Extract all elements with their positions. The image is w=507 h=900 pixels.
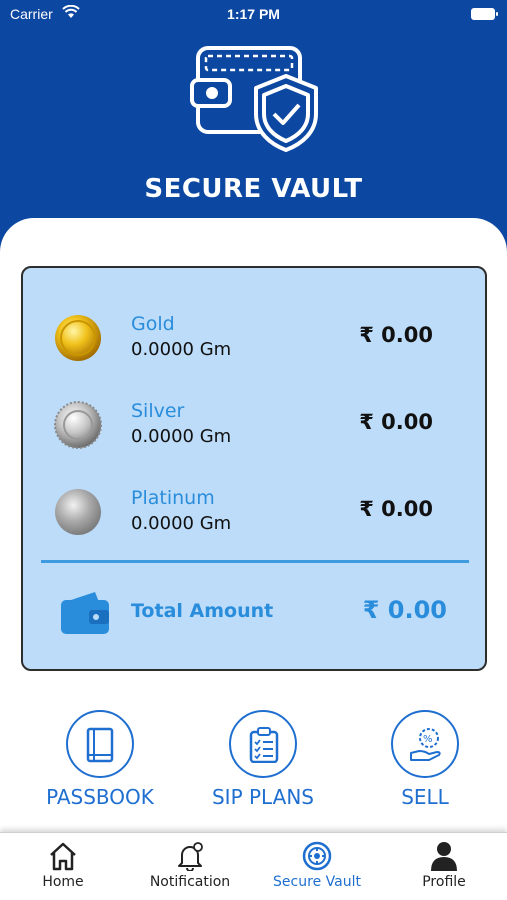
metal-name: Gold (131, 313, 175, 335)
metal-value: ₹ 0.00 (359, 323, 433, 347)
card-divider (41, 560, 469, 563)
tab-secure-vault[interactable]: Secure Vault (254, 833, 380, 900)
metal-value: ₹ 0.00 (359, 497, 433, 521)
battery-icon (471, 8, 498, 20)
sell-button[interactable]: % SELL (350, 708, 500, 818)
vault-wallet-shield-icon (190, 46, 318, 152)
total-value: ₹ 0.00 (362, 596, 447, 624)
passbook-circle (66, 710, 134, 778)
sell-circle: % (391, 710, 459, 778)
metal-name: Silver (131, 400, 185, 422)
bell-icon (178, 842, 203, 871)
metal-name: Platinum (131, 487, 215, 509)
platinum-row[interactable]: Platinum 0.0000 Gm ₹ 0.00 (23, 477, 485, 547)
tab-profile[interactable]: Profile (381, 833, 507, 900)
clock: 1:17 PM (227, 6, 280, 22)
metal-weight: 0.0000 Gm (131, 513, 232, 534)
wallet-icon (61, 592, 109, 634)
gold-row[interactable]: Gold 0.0000 Gm ₹ 0.00 (23, 303, 485, 373)
passbook-label: PASSBOOK (46, 785, 154, 809)
person-icon (431, 842, 457, 871)
svg-text:%: % (423, 734, 433, 745)
tab-notification[interactable]: Notification (127, 833, 253, 900)
sip-plans-circle (229, 710, 297, 778)
silver-coin-icon (54, 401, 102, 449)
passbook-button[interactable]: PASSBOOK (25, 708, 175, 818)
home-icon (50, 842, 76, 871)
tab-label: Home (42, 874, 84, 890)
metal-value: ₹ 0.00 (359, 410, 433, 434)
platinum-coin-icon (55, 489, 101, 535)
holdings-card: Gold 0.0000 Gm ₹ 0.00 Silver 0.0000 Gm ₹… (21, 266, 487, 671)
silver-row[interactable]: Silver 0.0000 Gm ₹ 0.00 (23, 390, 485, 460)
tab-home[interactable]: Home (0, 833, 126, 900)
vault-icon (302, 841, 332, 871)
passbook-icon (86, 727, 114, 763)
tab-label: Notification (149, 874, 231, 890)
bottom-tab-bar: Home Notification Secure Vault Profile (0, 832, 507, 900)
tab-label: Secure Vault (273, 874, 361, 890)
metal-weight: 0.0000 Gm (131, 426, 232, 447)
metal-weight: 0.0000 Gm (131, 339, 232, 360)
clipboard-icon (249, 727, 279, 763)
sip-plans-button[interactable]: SIP PLANS (188, 708, 338, 818)
tab-label: Profile (422, 874, 466, 890)
status-bar: Carrier 1:17 PM (0, 0, 507, 28)
sip-plans-label: SIP PLANS (211, 785, 314, 809)
sell-hand-icon: % (410, 728, 441, 761)
total-label: Total Amount (131, 600, 274, 622)
gold-coin-icon (55, 315, 101, 361)
page-title: SECURE VAULT (144, 174, 363, 204)
sell-label: SELL (401, 785, 449, 809)
